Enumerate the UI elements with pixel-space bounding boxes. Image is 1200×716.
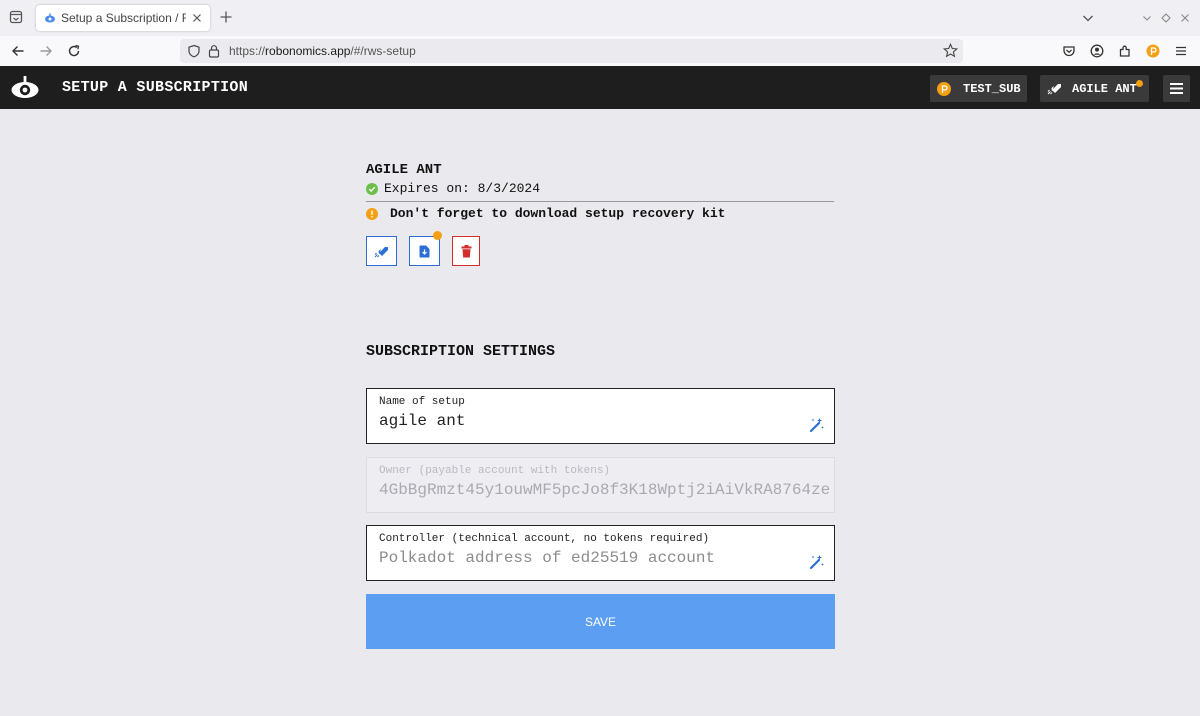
- setup-name-field: Name of setup: [366, 388, 835, 444]
- account-icon[interactable]: [1090, 44, 1104, 58]
- setup-instructions-button[interactable]: [366, 236, 397, 266]
- setup-button[interactable]: AGILE ANT: [1040, 75, 1149, 102]
- polkadot-icon[interactable]: [1146, 44, 1160, 58]
- url-path: /#/rws-setup: [350, 44, 416, 58]
- app-header: SETUP A SUBSCRIPTION TEST_SUB AGILE ANT: [0, 66, 1200, 109]
- page-title: SETUP A SUBSCRIPTION: [62, 79, 249, 96]
- setup-button-label: AGILE ANT: [1072, 81, 1137, 96]
- forward-arrow-icon[interactable]: [39, 44, 53, 58]
- field-label: Owner (payable account with tokens): [379, 465, 611, 477]
- setup-name-input[interactable]: [379, 412, 799, 430]
- reload-icon[interactable]: [67, 44, 81, 58]
- url-host: robonomics.app: [265, 44, 351, 58]
- main-content: AGILE ANT Expires on: 8/3/2024 Don't for…: [0, 109, 1200, 716]
- setup-name: AGILE ANT: [366, 162, 442, 178]
- extensions-icon[interactable]: [1118, 44, 1132, 58]
- subscription-button-label: TEST_SUB: [963, 81, 1021, 96]
- plus-icon[interactable]: [219, 10, 233, 24]
- download-recovery-kit-button[interactable]: [409, 231, 442, 266]
- app-menu-button[interactable]: [1163, 75, 1190, 102]
- check-circle-icon: [366, 182, 378, 195]
- close-icon[interactable]: [190, 11, 204, 25]
- download-file-icon: [419, 245, 430, 257]
- trash-icon: [461, 244, 471, 257]
- pocket-icon[interactable]: [1062, 44, 1076, 58]
- warning-circle-icon: [366, 207, 378, 220]
- rocket-icon: [374, 246, 388, 257]
- address-bar[interactable]: https://robonomics.app/#/rws-setup: [180, 39, 963, 63]
- hamburger-menu-icon: [1170, 83, 1183, 94]
- tab-title: Setup a Subscription / Rob: [61, 11, 186, 25]
- notification-dot: [1136, 80, 1143, 87]
- lock-icon[interactable]: [207, 44, 221, 58]
- chevron-down-icon[interactable]: [1081, 11, 1095, 25]
- owner-field: Owner (payable account with tokens): [366, 457, 835, 513]
- close-window-icon[interactable]: [1180, 13, 1190, 23]
- browser-nav-bar: https://robonomics.app/#/rws-setup: [0, 36, 1200, 66]
- url-prefix: https://: [229, 44, 266, 58]
- minimize-window-icon[interactable]: [1142, 13, 1152, 23]
- polkadot-icon: [937, 81, 951, 96]
- magic-wand-icon[interactable]: [809, 554, 825, 570]
- divider: [366, 201, 834, 202]
- expiry-text: Expires on: 8/3/2024: [384, 181, 541, 196]
- expiry-status: Expires on: 8/3/2024: [366, 181, 540, 196]
- recovery-kit-warning: Don't forget to download setup recovery …: [366, 206, 725, 221]
- browser-tab-bar: Setup a Subscription / Rob: [0, 0, 1200, 36]
- section-title: SUBSCRIPTION SETTINGS: [366, 343, 556, 360]
- browser-tab[interactable]: Setup a Subscription / Rob: [36, 5, 210, 31]
- magic-wand-icon[interactable]: [809, 417, 825, 433]
- controller-field: Controller (technical account, no tokens…: [366, 525, 835, 581]
- save-button[interactable]: SAVE: [366, 594, 835, 649]
- favicon-icon: [45, 13, 55, 23]
- warning-text: Don't forget to download setup recovery …: [390, 206, 726, 221]
- notification-dot: [433, 231, 442, 240]
- subscription-button[interactable]: TEST_SUB: [930, 75, 1027, 102]
- maximize-window-icon[interactable]: [1161, 13, 1171, 23]
- back-arrow-icon[interactable]: [11, 44, 25, 58]
- owner-input: [379, 481, 829, 499]
- url-text: https://robonomics.app/#/rws-setup: [229, 44, 416, 58]
- star-icon[interactable]: [943, 43, 958, 58]
- field-label: Name of setup: [379, 396, 465, 408]
- tab-list-icon[interactable]: [9, 10, 23, 24]
- rocket-icon: [1047, 84, 1061, 95]
- save-button-label: SAVE: [584, 614, 617, 629]
- controller-input[interactable]: [379, 549, 799, 567]
- shield-icon[interactable]: [187, 44, 201, 58]
- delete-setup-button[interactable]: [452, 236, 480, 266]
- robot-logo-icon[interactable]: [10, 76, 40, 100]
- field-label: Controller (technical account, no tokens…: [379, 533, 710, 545]
- hamburger-menu-icon[interactable]: [1174, 44, 1188, 58]
